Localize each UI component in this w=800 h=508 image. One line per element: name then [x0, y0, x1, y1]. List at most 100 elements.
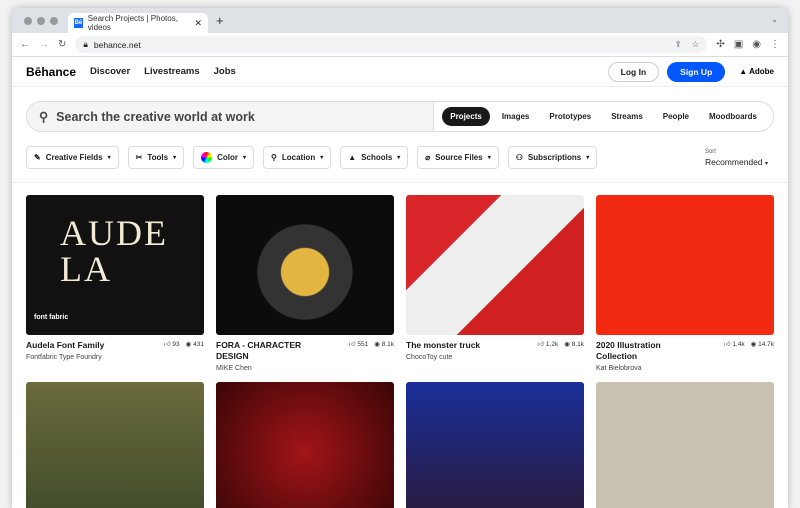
project-title[interactable]: 2020 Illustration Collection Kat Bielobro… — [596, 340, 701, 372]
thumbs-up-icon: 👍︎ — [163, 341, 171, 348]
browser-tab[interactable]: Bē Search Projects | Photos, videos ✕ — [68, 13, 208, 33]
filter-schools[interactable]: ▲ Schools ▾ — [340, 146, 409, 169]
sidebar-icon[interactable]: ▣ — [734, 39, 743, 50]
tab-images[interactable]: Images — [494, 107, 538, 126]
project-thumbnail[interactable] — [216, 382, 394, 508]
filter-label: Schools — [361, 153, 393, 162]
address-bar[interactable]: 🔒︎ behance.net ⇪ ☆ — [75, 36, 708, 53]
adobe-link[interactable]: ▲ Adobe — [739, 67, 774, 76]
filter-label: Source Files — [435, 153, 483, 162]
project-thumbnail[interactable] — [596, 195, 774, 335]
search-input[interactable]: ⚲ Search the creative world at work — [27, 109, 433, 125]
project-owner[interactable]: ChocoToy cute — [406, 352, 511, 363]
location-pin-icon: ⚲ — [271, 153, 277, 162]
eye-icon: ◉ — [374, 341, 380, 348]
filter-source-files[interactable]: ⌀ Source Files ▾ — [417, 146, 499, 169]
tools-icon: ✂ — [135, 153, 143, 162]
project-thumbnail[interactable] — [406, 195, 584, 335]
thumbnail-logo: font fabric — [34, 314, 69, 321]
chevron-down-icon: ▾ — [320, 155, 324, 161]
filter-tools[interactable]: ✂ Tools ▾ — [127, 146, 185, 169]
likes-count: 👍︎ 1.2k — [537, 341, 559, 348]
filter-creative-fields[interactable]: ✎ Creative Fields ▾ — [26, 146, 119, 169]
tab-title: Search Projects | Photos, videos — [87, 14, 178, 32]
tab-list-chevron-icon[interactable]: ⌄ — [771, 15, 778, 24]
tab-streams[interactable]: Streams — [603, 107, 651, 126]
filter-label: Location — [281, 153, 316, 162]
tab-people[interactable]: People — [655, 107, 697, 126]
filter-location[interactable]: ⚲ Location ▾ — [263, 146, 332, 169]
behance-logo[interactable]: Bēhance — [26, 65, 76, 79]
tab-moodboards[interactable]: Moodboards — [701, 107, 765, 126]
divider — [12, 182, 788, 183]
project-card[interactable]: FORA - CHARACTER DESIGN MIKE Chen 👍︎ 551 ◉… — [216, 195, 394, 372]
graduation-cap-icon: ▲ — [348, 153, 357, 162]
search-icon: ⚲ — [39, 110, 49, 124]
project-title[interactable]: Audela Font Family Fontfabric Type Foundr… — [26, 340, 131, 370]
chevron-down-icon: ▾ — [487, 155, 491, 161]
filter-color[interactable]: Color ▾ — [193, 146, 255, 169]
project-card[interactable]: AUDELA font fabric Audela Font Family Font… — [26, 195, 204, 370]
bookmark-star-icon[interactable]: ☆ — [692, 39, 700, 50]
adobe-label: Adobe — [749, 67, 774, 76]
filter-subscriptions[interactable]: ⚇ Subscriptions ▾ — [507, 146, 598, 169]
sort-value: Recommended — [704, 156, 763, 167]
share-icon[interactable]: ⇪ — [675, 39, 682, 50]
project-title[interactable]: The monster truck ChocoToy cute — [406, 340, 511, 370]
chevron-down-icon: ▾ — [107, 155, 111, 161]
project-thumbnail[interactable] — [596, 382, 774, 508]
new-tab-icon[interactable]: + — [216, 13, 224, 28]
nav-discover[interactable]: Discover — [90, 66, 130, 77]
project-owner[interactable]: Kat Bielobrova — [596, 363, 701, 374]
lock-icon: 🔒︎ — [83, 39, 88, 49]
project-title[interactable]: FORA - CHARACTER DESIGN MIKE Chen — [216, 340, 321, 372]
filter-label: Subscriptions — [527, 153, 582, 162]
filter-label: Color — [217, 153, 238, 162]
tab-bar: Bē Search Projects | Photos, videos ✕ + … — [12, 8, 788, 33]
profile-avatar-icon[interactable]: ◉ — [752, 39, 761, 50]
nav-jobs[interactable]: Jobs — [214, 66, 236, 77]
nav-livestreams[interactable]: Livestreams — [144, 66, 199, 77]
login-button[interactable]: Log In — [607, 61, 660, 82]
views-count: ◉ 14.7k — [750, 341, 774, 348]
creative-fields-icon: ✎ — [34, 153, 41, 162]
behance-favicon-icon: Bē — [74, 18, 83, 28]
likes-count: 👍︎ 93 — [163, 341, 180, 348]
tab-prototypes[interactable]: Prototypes — [541, 107, 599, 126]
tab-projects[interactable]: Projects — [442, 107, 490, 126]
extensions-icon[interactable]: ✣ — [716, 39, 724, 50]
project-thumbnail[interactable] — [26, 382, 204, 508]
chevron-down-icon: ▾ — [397, 155, 401, 161]
sort-label: Sort — [704, 148, 716, 155]
project-thumbnail[interactable]: AUDELA font fabric — [26, 195, 204, 335]
views-count: ◉ 8.1k — [374, 341, 394, 348]
search-placeholder: Search the creative world at work — [56, 109, 255, 124]
forward-icon[interactable]: → — [39, 39, 49, 50]
eye-icon: ◉ — [185, 341, 192, 348]
signup-button[interactable]: Sign Up — [667, 61, 726, 82]
close-tab-icon[interactable]: ✕ — [194, 18, 202, 29]
search-type-tabs: Projects Images Prototypes Streams Peopl… — [433, 102, 773, 131]
likes-count: 👍︎ 551 — [348, 341, 369, 348]
window-controls[interactable] — [24, 17, 58, 25]
back-icon[interactable]: ← — [20, 39, 30, 50]
project-card[interactable]: 2020 Illustration Collection Kat Bielobro… — [596, 195, 774, 372]
adobe-icon: ▲ — [739, 67, 750, 76]
browser-window: Bē Search Projects | Photos, videos ✕ + … — [12, 8, 788, 508]
site-header: Bēhance Discover Livestreams Jobs Log In… — [12, 57, 788, 87]
eye-icon: ◉ — [564, 341, 570, 348]
reload-icon[interactable]: ↻ — [58, 39, 66, 50]
project-card[interactable]: The monster truck ChocoToy cute 👍︎ 1.2k ◉ … — [406, 195, 584, 370]
menu-icon[interactable]: ⋮ — [770, 39, 780, 50]
likes-count: 👍︎ 1.4k — [723, 341, 745, 348]
project-thumbnail[interactable] — [406, 382, 584, 508]
eye-icon: ◉ — [750, 341, 757, 348]
thumbnail-art-text: AUDELA — [60, 213, 168, 289]
project-owner[interactable]: Fontfabric Type Foundry — [26, 352, 131, 363]
chevron-down-icon: ▾ — [764, 160, 768, 167]
project-thumbnail[interactable] — [216, 195, 394, 335]
sort-dropdown[interactable]: Sort Recommended ▾ — [705, 149, 768, 167]
filter-bar: ✎ Creative Fields ▾ ✂ Tools ▾ Color ▾ ⚲ Locati… — [26, 146, 774, 169]
project-owner[interactable]: MIKE Chen — [216, 363, 321, 374]
chevron-down-icon: ▾ — [586, 155, 590, 161]
